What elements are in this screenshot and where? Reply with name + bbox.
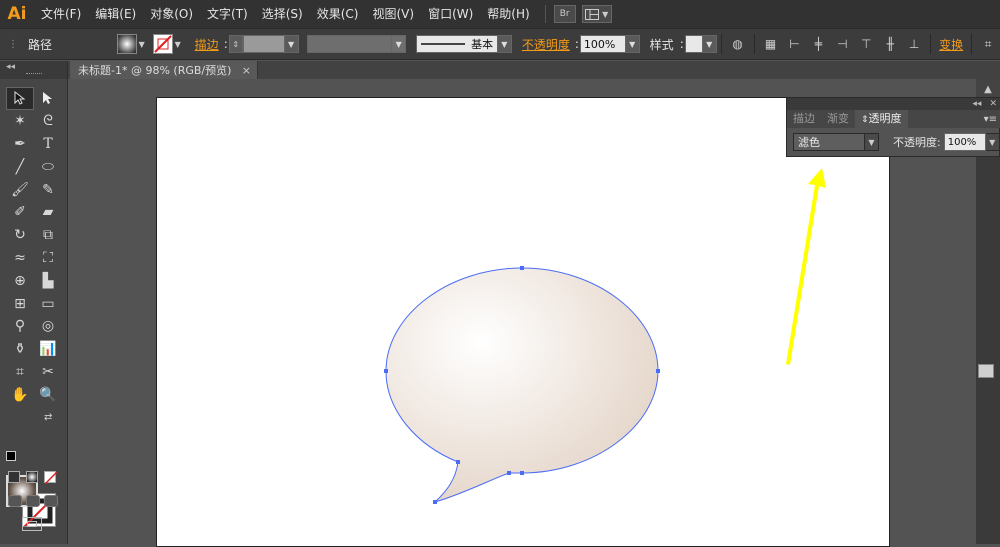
opacity-label: 不透明度: bbox=[893, 136, 941, 149]
annotation-arrow bbox=[786, 168, 826, 365]
scroll-thumb[interactable] bbox=[978, 364, 994, 378]
panel-opacity-dropdown-icon[interactable]: ▼ bbox=[985, 133, 1000, 151]
tab-stroke[interactable]: 描边 bbox=[787, 110, 821, 128]
blend-mode-dropdown-icon[interactable]: ▼ bbox=[865, 133, 879, 151]
blend-mode-select[interactable]: 滤色 bbox=[793, 133, 865, 151]
anchor-point[interactable] bbox=[656, 369, 660, 373]
scroll-up-icon[interactable]: ▲ bbox=[976, 79, 1000, 99]
panel-collapse-icon[interactable]: ◂◂ bbox=[972, 99, 981, 109]
anchor-point[interactable] bbox=[456, 460, 460, 464]
anchor-point[interactable] bbox=[520, 471, 524, 475]
panel-tabs: 描边 渐变 ⇕透明度 ▾≡ bbox=[787, 110, 1000, 128]
tab-arrows-icon: ⇕ bbox=[861, 115, 869, 125]
panel-opacity-input[interactable]: 100% bbox=[943, 133, 986, 151]
anchor-point[interactable] bbox=[520, 266, 524, 270]
anchor-point[interactable] bbox=[507, 471, 511, 475]
transparency-panel: ◂◂ ✕ 描边 渐变 ⇕透明度 ▾≡ 滤色 ▼ 不透明度: 100% ▼ bbox=[786, 97, 1000, 157]
speech-bubble-shape[interactable] bbox=[385, 267, 659, 503]
panel-menu-icon[interactable]: ▾≡ bbox=[984, 114, 997, 125]
canvas-artwork bbox=[384, 168, 826, 504]
anchor-point[interactable] bbox=[384, 369, 388, 373]
tab-transparency[interactable]: ⇕透明度 bbox=[855, 110, 908, 128]
panel-close-icon[interactable]: ✕ bbox=[989, 99, 997, 109]
transparency-controls: 滤色 ▼ 不透明度: 100% ▼ bbox=[787, 130, 1000, 154]
anchor-point[interactable] bbox=[433, 500, 437, 504]
panel-header: ◂◂ ✕ bbox=[787, 98, 1000, 110]
tab-gradient[interactable]: 渐变 bbox=[821, 110, 855, 128]
